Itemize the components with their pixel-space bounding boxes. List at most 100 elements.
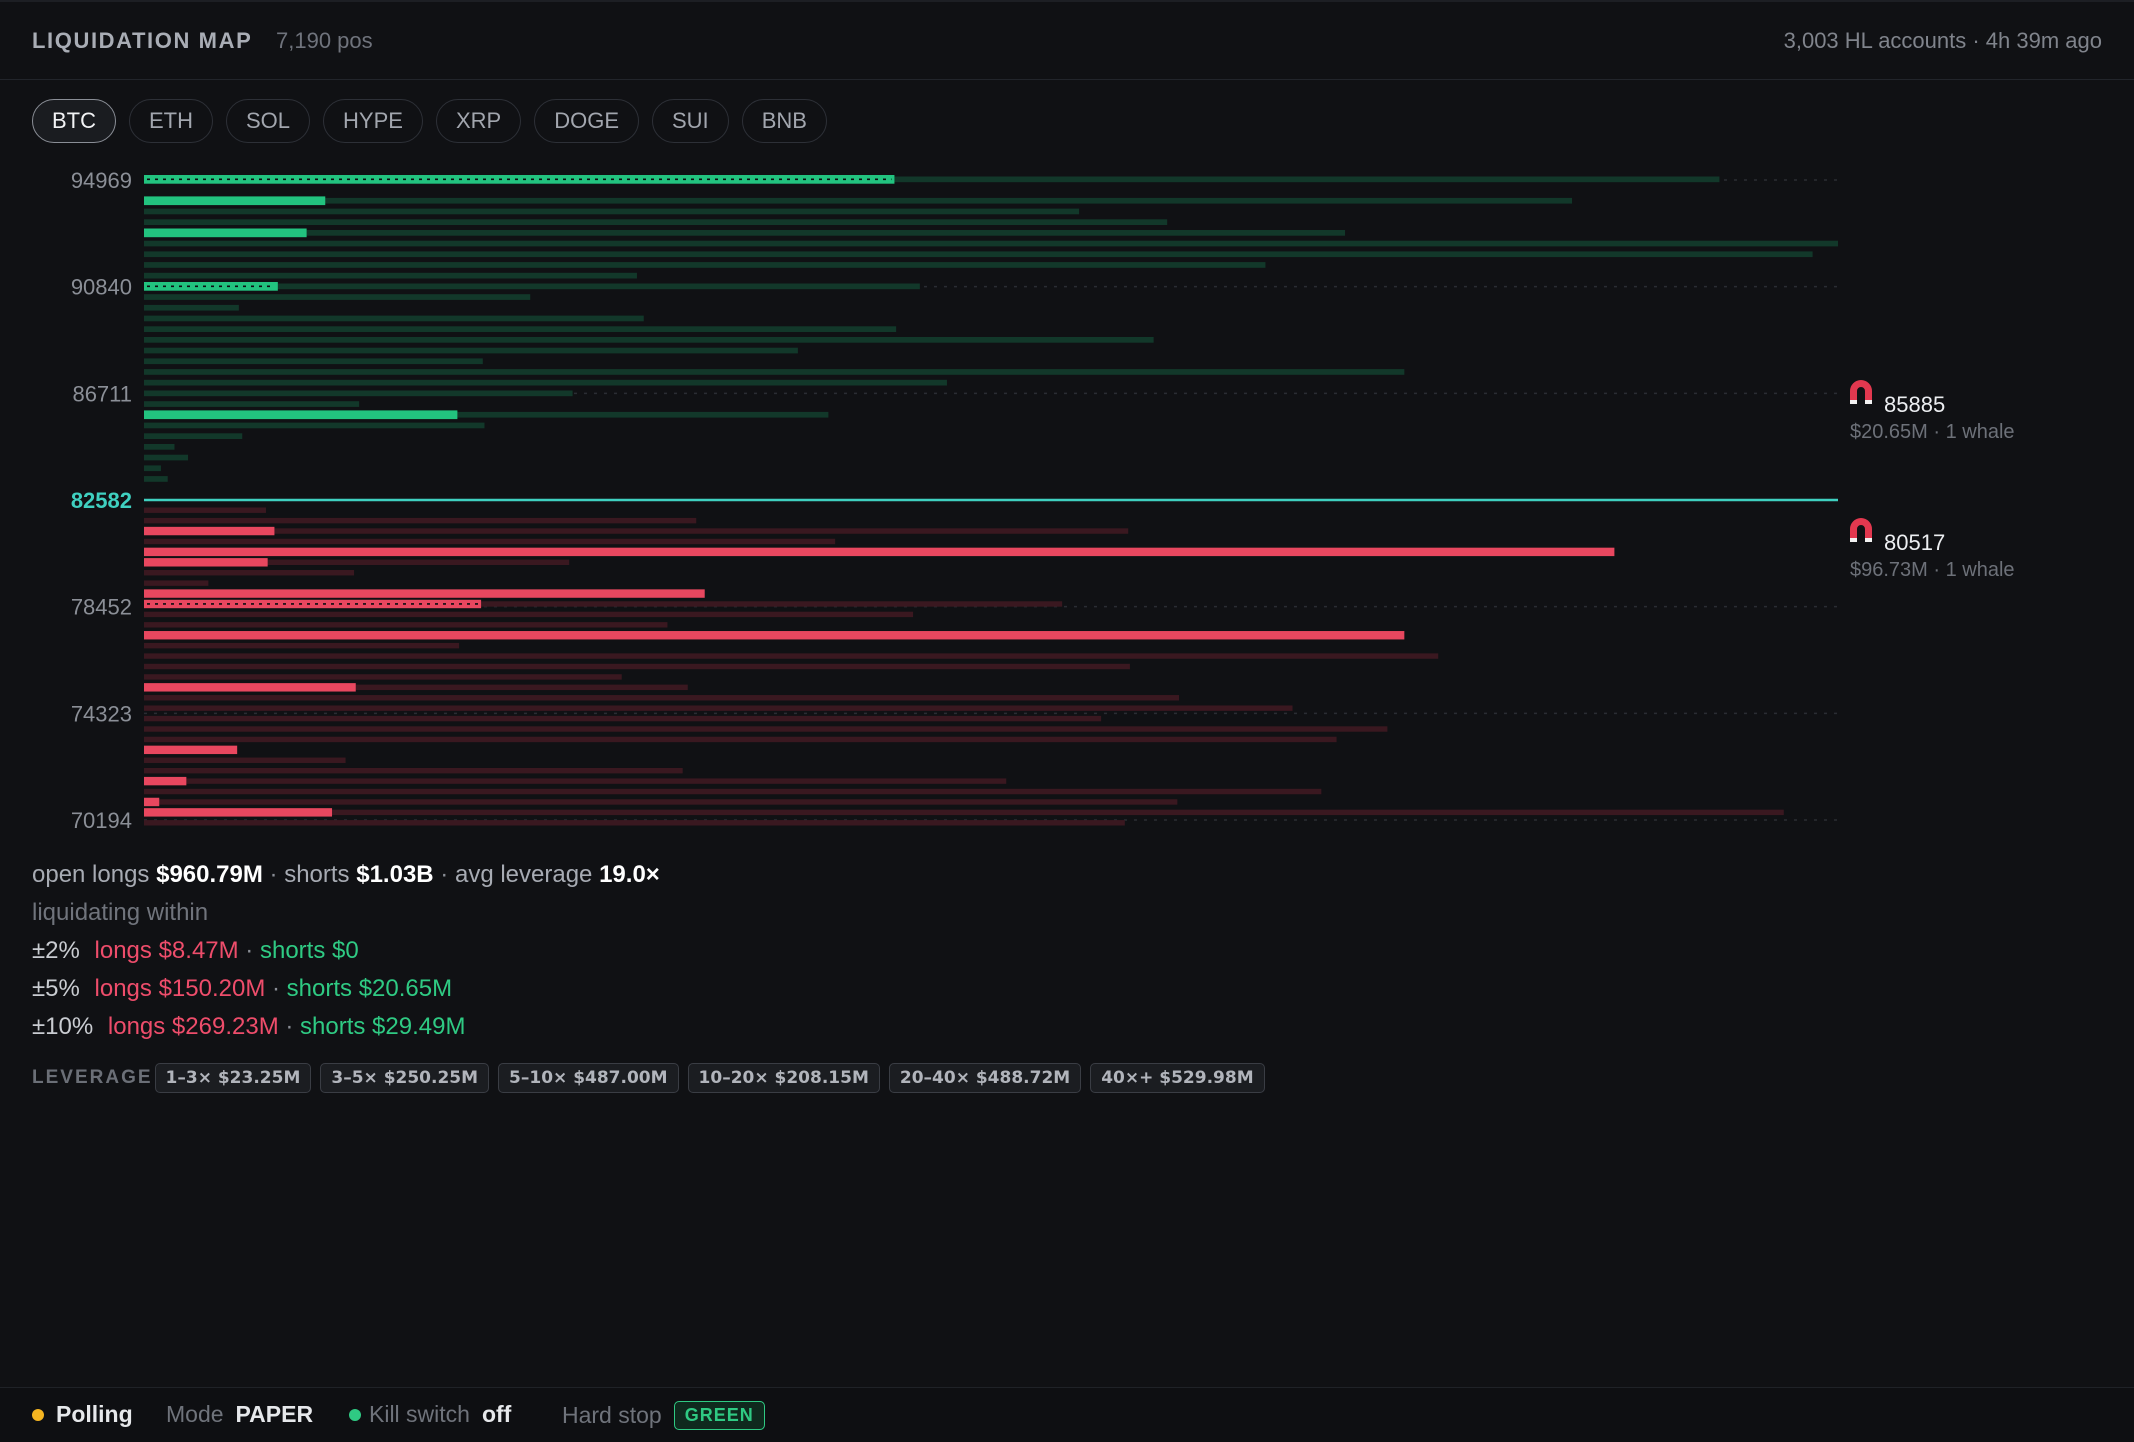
liquidating-within-heading: liquidating within <box>32 899 209 926</box>
mode-value: PAPER <box>235 1401 314 1427</box>
separator: · <box>245 937 254 964</box>
range-pct: ±5% <box>32 975 80 1002</box>
leverage-bucket: 5–10× $487.00M <box>498 1063 679 1093</box>
liquidation-bar-dim <box>144 705 1293 711</box>
leverage-distribution: LEVERAGE 1–3× $23.25M 3–5× $250.25M 5–10… <box>32 1063 1274 1093</box>
liquidation-bar <box>144 776 187 786</box>
liquidation-bar-dim <box>144 507 266 513</box>
y-tick-label: 70194 <box>71 808 132 833</box>
liquidation-bar-dim <box>144 642 460 649</box>
tab-sui[interactable]: SUI <box>652 99 729 143</box>
liquidation-bar-dim <box>144 304 239 311</box>
liquidation-bar-dim <box>144 570 355 576</box>
kill-switch-dot-icon <box>349 1408 361 1421</box>
asset-tabs: BTC ETH SOL HYPE XRP DOGE SUI BNB <box>32 99 827 143</box>
y-tick-label: 94969 <box>71 168 132 193</box>
liquidation-bar-dim <box>144 580 209 586</box>
liquidation-bar-dim <box>144 433 243 439</box>
liquidation-bar-dim <box>144 422 485 429</box>
separator: · <box>269 861 278 888</box>
magnet-price: 85885 <box>1884 392 1945 417</box>
liquidation-bar-dim <box>144 767 683 774</box>
liquidation-bar-dim <box>144 715 1102 722</box>
hard-stop-label: Hard stop <box>562 1402 662 1428</box>
liquidation-bar <box>144 808 333 817</box>
summary-stats: open longs $960.79M · shorts $1.03B · av… <box>32 856 660 1046</box>
liquidation-bar-dim <box>144 326 897 332</box>
liquidation-bar-dim <box>144 799 1178 805</box>
range-shorts: shorts $20.65M <box>286 975 453 1002</box>
y-tick-label: 82582 <box>71 488 132 513</box>
hard-stop-status: Hard stop GREEN <box>562 1401 765 1430</box>
liquidation-bar-dim <box>144 476 168 482</box>
liquidation-bar-dim <box>144 240 1838 247</box>
liquidation-bar-dim <box>144 695 1180 701</box>
leverage-bucket: 1–3× $23.25M <box>154 1063 312 1093</box>
tab-hype[interactable]: HYPE <box>323 99 423 143</box>
magnet-detail: $96.73M · 1 whale <box>1850 559 2015 581</box>
y-tick-label: 74323 <box>71 701 132 726</box>
liquidation-bar-dim <box>144 757 346 763</box>
liquidation-bar-dim <box>144 251 1813 258</box>
leverage-bucket: 3–5× $250.25M <box>320 1063 490 1093</box>
liquidation-bar-dim <box>144 294 531 300</box>
tab-sol[interactable]: SOL <box>226 99 311 143</box>
tab-eth[interactable]: ETH <box>129 99 213 143</box>
liquidation-bar-dim <box>144 538 836 545</box>
liquidation-bar-dim <box>144 465 161 472</box>
liquidation-bar <box>144 547 1615 557</box>
range-pct: ±10% <box>32 1013 94 1040</box>
kill-switch-value: off <box>481 1401 512 1427</box>
range-longs: longs $150.20M <box>94 975 266 1002</box>
shorts-value: $1.03B <box>356 861 434 888</box>
liquidation-bar-dim <box>144 528 1129 534</box>
leverage-bucket: 20–40× $488.72M <box>888 1063 1082 1093</box>
separator: · <box>285 1013 294 1040</box>
open-interest-line: open longs $960.79M · shorts $1.03B · av… <box>32 856 660 894</box>
liquidation-bar-dim <box>144 674 622 680</box>
avg-leverage-label: avg leverage <box>454 861 593 888</box>
kill-switch-status[interactable]: Kill switch off <box>349 1401 511 1428</box>
tab-xrp[interactable]: XRP <box>435 99 522 143</box>
liquidation-bar <box>144 589 705 598</box>
range-shorts: shorts $29.49M <box>300 1013 466 1040</box>
shorts-label: shorts <box>284 861 350 888</box>
liquidation-bar-dim <box>144 197 1573 204</box>
avg-leverage-value: 19.0× <box>599 861 660 888</box>
y-tick-label: 90840 <box>71 275 132 300</box>
range-row-5pct: ±5% longs $150.20M · shorts $20.65M <box>32 970 660 1008</box>
open-longs-label: open longs <box>32 861 150 888</box>
liquidation-bar-dim <box>144 358 483 365</box>
accounts-status: 3,003 HL accounts · 4h 39m ago <box>1783 28 2102 53</box>
liquidation-bar-dim <box>144 622 668 628</box>
liquidation-bar-dim <box>144 809 1784 816</box>
liquidation-bar <box>144 410 458 420</box>
liquidation-bar-dim <box>144 390 573 397</box>
liquidation-bar-dim <box>144 219 1168 225</box>
range-row-2pct: ±2% longs $8.47M · shorts $0 <box>32 932 660 970</box>
liquidation-bar-dim <box>144 736 1337 743</box>
liquidation-bar <box>144 526 275 536</box>
leverage-label: LEVERAGE <box>32 1067 153 1088</box>
separator: · <box>440 861 449 888</box>
position-count: 7,190 pos <box>276 28 373 53</box>
liquidation-bar-dim <box>144 611 914 618</box>
range-pct: ±2% <box>32 937 80 964</box>
liquidation-bar <box>144 683 356 692</box>
magnet-detail: $20.65M · 1 whale <box>1850 421 2015 443</box>
y-tick-label: 86711 <box>72 381 132 406</box>
magnet-icon <box>1850 518 1872 542</box>
kill-switch-label: Kill switch <box>369 1401 470 1427</box>
tab-bnb[interactable]: BNB <box>741 99 827 143</box>
liquidation-bar <box>144 745 238 755</box>
liquidation-bar-dim <box>144 726 1388 732</box>
tab-doge[interactable]: DOGE <box>534 99 639 143</box>
page-title: LIQUIDATION MAP <box>32 28 253 53</box>
tab-btc[interactable]: BTC <box>32 99 116 143</box>
magnet-icon <box>1850 380 1872 404</box>
range-shorts: shorts $0 <box>259 937 359 964</box>
liquidation-bar-dim <box>144 663 1130 670</box>
header-bar: LIQUIDATION MAP 7,190 pos 3,003 HL accou… <box>0 2 2134 80</box>
liquidation-bar-dim <box>144 208 1080 215</box>
liquidation-bar-dim <box>144 444 175 450</box>
